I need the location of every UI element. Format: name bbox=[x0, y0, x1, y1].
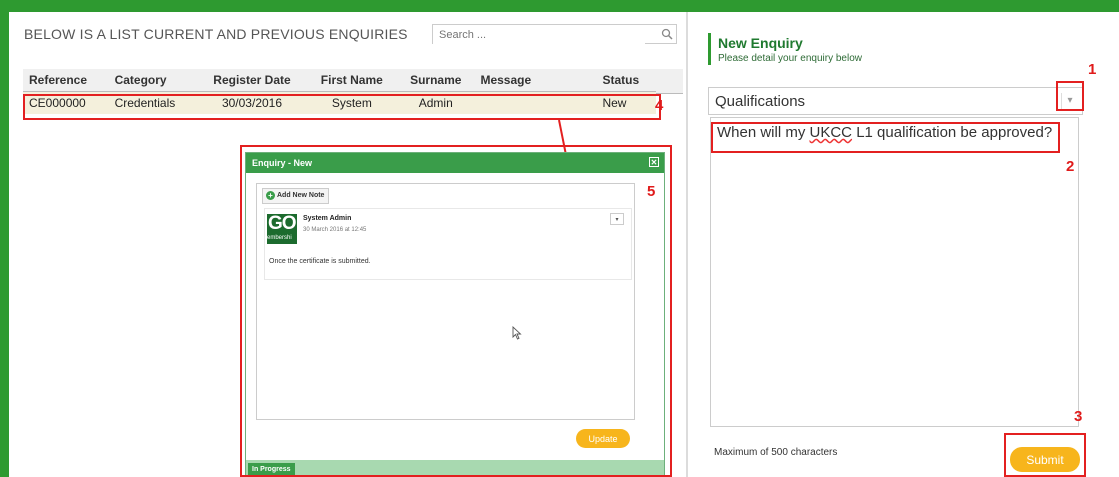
search-box[interactable] bbox=[432, 24, 677, 44]
panel-divider bbox=[686, 12, 688, 477]
annotation-box-2 bbox=[711, 122, 1060, 153]
annotation-number-4: 4 bbox=[655, 97, 664, 114]
category-select[interactable]: Qualifications ▾ bbox=[708, 87, 1083, 115]
search-input[interactable] bbox=[433, 26, 645, 44]
message-textarea[interactable]: When will my UKCC L1 qualification be ap… bbox=[710, 117, 1079, 427]
col-surname[interactable]: Surname bbox=[397, 69, 475, 92]
section-accent-bar bbox=[708, 33, 711, 65]
annotation-box-5 bbox=[240, 145, 672, 477]
search-icon[interactable] bbox=[661, 27, 673, 45]
col-first-name[interactable]: First Name bbox=[306, 69, 398, 92]
col-reference[interactable]: Reference bbox=[23, 69, 109, 92]
col-category[interactable]: Category bbox=[108, 69, 198, 92]
new-enquiry-subtitle: Please detail your enquiry below bbox=[718, 53, 862, 64]
col-status[interactable]: Status bbox=[596, 69, 656, 92]
annotation-box-3 bbox=[1004, 433, 1086, 477]
category-select-value: Qualifications bbox=[715, 93, 806, 110]
col-register-date[interactable]: Register Date bbox=[197, 69, 307, 92]
table-header: Reference Category Register Date First N… bbox=[23, 69, 656, 92]
annotation-number-1: 1 bbox=[1088, 61, 1097, 78]
annotation-box-1 bbox=[1056, 81, 1084, 111]
max-characters-note: Maximum of 500 characters bbox=[714, 447, 838, 458]
green-frame-top bbox=[0, 0, 1119, 12]
green-frame-left bbox=[0, 0, 9, 477]
annotation-number-5: 5 bbox=[647, 183, 656, 200]
col-message[interactable]: Message bbox=[474, 69, 597, 92]
list-title: BELOW IS A LIST CURRENT AND PREVIOUS ENQ… bbox=[24, 26, 408, 42]
annotation-number-3: 3 bbox=[1074, 408, 1083, 425]
annotation-box-4 bbox=[23, 94, 661, 120]
table-header-filler bbox=[656, 69, 683, 94]
new-enquiry-title: New Enquiry bbox=[718, 35, 803, 51]
annotation-number-2: 2 bbox=[1066, 158, 1075, 175]
